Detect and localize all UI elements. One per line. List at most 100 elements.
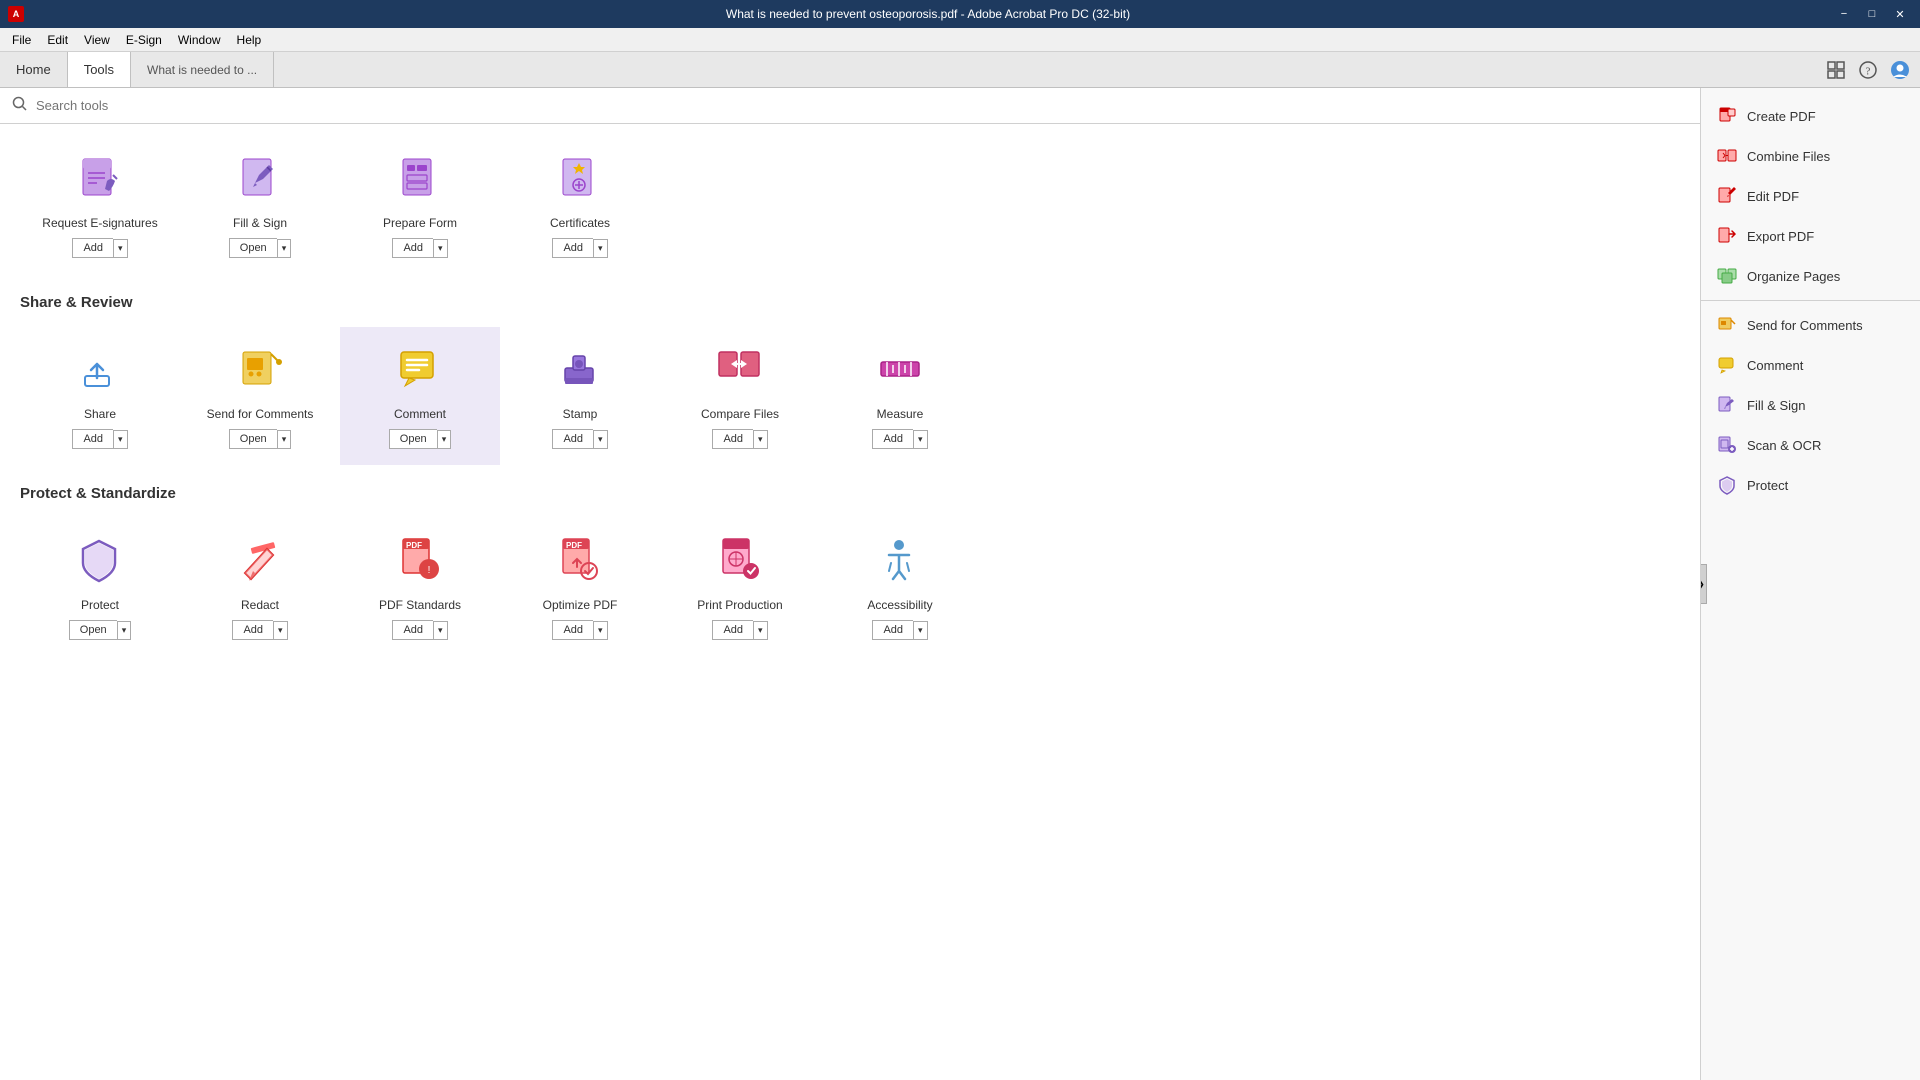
sidebar-item-comment[interactable]: Comment: [1701, 345, 1920, 385]
tool-name: Accessibility: [867, 598, 932, 612]
tool-add-button[interactable]: Add: [72, 238, 113, 258]
tool-add-button[interactable]: Add: [392, 238, 433, 258]
protect-standardize-title: Protect & Standardize: [20, 485, 1680, 502]
tool-btn-group: Add ▾: [72, 238, 127, 258]
tool-redact[interactable]: Redact Add ▾: [180, 518, 340, 656]
measure-icon: [870, 339, 930, 399]
tool-add-arrow[interactable]: ▾: [113, 239, 128, 258]
prepare-form-icon: [390, 148, 450, 208]
tool-comment[interactable]: Comment Open ▾: [340, 327, 500, 465]
sidebar-item-export-pdf[interactable]: Export PDF: [1701, 216, 1920, 256]
tool-name: Print Production: [697, 598, 782, 612]
tool-open-arrow[interactable]: ▾: [277, 239, 292, 258]
tool-open-arrow[interactable]: ▾: [437, 430, 452, 449]
tool-open-arrow[interactable]: ▾: [277, 430, 292, 449]
search-input[interactable]: [36, 98, 1688, 113]
sidebar-item-send-for-comments[interactable]: Send for Comments: [1701, 305, 1920, 345]
tool-optimize-pdf[interactable]: PDF Optimize PDF Add ▾: [500, 518, 660, 656]
minimize-button[interactable]: −: [1832, 4, 1856, 24]
fill-sign-icon: [230, 148, 290, 208]
menu-esign[interactable]: E-Sign: [118, 31, 170, 49]
tool-open-button[interactable]: Open: [229, 238, 277, 258]
menu-edit[interactable]: Edit: [39, 31, 76, 49]
help-icon[interactable]: ?: [1856, 58, 1880, 82]
sidebar-item-organize-pages[interactable]: Organize Pages: [1701, 256, 1920, 296]
tool-add-button[interactable]: Add: [232, 620, 273, 640]
tool-add-arrow[interactable]: ▾: [753, 621, 768, 640]
tool-add-arrow[interactable]: ▾: [913, 621, 928, 640]
tool-measure[interactable]: Measure Add ▾: [820, 327, 980, 465]
tool-add-arrow[interactable]: ▾: [113, 430, 128, 449]
tool-prepare-form[interactable]: Prepare Form Add ▾: [340, 136, 500, 274]
menu-file[interactable]: File: [4, 31, 39, 49]
tool-add-arrow[interactable]: ▾: [433, 621, 448, 640]
tool-pdf-standards[interactable]: PDF ! PDF Standards Add ▾: [340, 518, 500, 656]
tool-add-button[interactable]: Add: [712, 429, 753, 449]
tool-send-for-comments[interactable]: Send for Comments Open ▾: [180, 327, 340, 465]
comment-icon: [1717, 355, 1737, 375]
tab-home[interactable]: Home: [0, 52, 68, 87]
content-area[interactable]: Request E-signatures Add ▾: [0, 88, 1700, 1080]
tool-btn-group: Open ▾: [389, 429, 451, 449]
tool-add-button[interactable]: Add: [552, 238, 593, 258]
tool-fill-sign[interactable]: Fill & Sign Open ▾: [180, 136, 340, 274]
menu-window[interactable]: Window: [170, 31, 229, 49]
tool-open-arrow[interactable]: ▾: [117, 621, 132, 640]
tool-add-arrow[interactable]: ▾: [913, 430, 928, 449]
tool-add-arrow[interactable]: ▾: [273, 621, 288, 640]
search-bar: [0, 88, 1700, 124]
tool-name: Fill & Sign: [233, 216, 287, 230]
tool-btn-group: Add ▾: [712, 429, 767, 449]
sidebar-item-create-pdf[interactable]: Create PDF: [1701, 96, 1920, 136]
tool-request-esignatures[interactable]: Request E-signatures Add ▾: [20, 136, 180, 274]
account-icon[interactable]: [1888, 58, 1912, 82]
sidebar-collapse-button[interactable]: ❯: [1700, 564, 1707, 604]
sidebar-item-protect[interactable]: Protect: [1701, 465, 1920, 505]
tool-add-button[interactable]: Add: [712, 620, 753, 640]
menu-help[interactable]: Help: [229, 31, 270, 49]
tool-protect[interactable]: Protect Open ▾: [20, 518, 180, 656]
create-pdf-icon: [1717, 106, 1737, 126]
sidebar-item-combine-files[interactable]: Combine Files: [1701, 136, 1920, 176]
export-pdf-icon: [1717, 226, 1737, 246]
tool-add-arrow[interactable]: ▾: [753, 430, 768, 449]
fill-sign-icon: [1717, 395, 1737, 415]
tool-open-button[interactable]: Open: [389, 429, 437, 449]
close-button[interactable]: ✕: [1888, 4, 1912, 24]
sidebar-item-label: Send for Comments: [1747, 318, 1863, 333]
tool-btn-group: Open ▾: [229, 429, 291, 449]
sidebar-item-label: Comment: [1747, 358, 1803, 373]
tool-add-arrow[interactable]: ▾: [593, 430, 608, 449]
tool-add-button[interactable]: Add: [872, 620, 913, 640]
menu-view[interactable]: View: [76, 31, 118, 49]
tool-add-button[interactable]: Add: [392, 620, 433, 640]
tool-certificates[interactable]: Certificates Add ▾: [500, 136, 660, 274]
maximize-button[interactable]: □: [1860, 4, 1884, 24]
tool-accessibility[interactable]: Accessibility Add ▾: [820, 518, 980, 656]
tool-add-arrow[interactable]: ▾: [433, 239, 448, 258]
tool-share[interactable]: Share Add ▾: [20, 327, 180, 465]
send-comments-icon: [1717, 315, 1737, 335]
tab-tools[interactable]: Tools: [68, 52, 131, 87]
tool-add-arrow[interactable]: ▾: [593, 621, 608, 640]
tool-stamp[interactable]: Stamp Add ▾: [500, 327, 660, 465]
tool-print-production[interactable]: Print Production Add ▾: [660, 518, 820, 656]
tool-compare-files[interactable]: Compare Files Add ▾: [660, 327, 820, 465]
view-icon[interactable]: [1824, 58, 1848, 82]
sidebar-item-edit-pdf[interactable]: Edit PDF: [1701, 176, 1920, 216]
sidebar-item-label: Fill & Sign: [1747, 398, 1806, 413]
compare-files-icon: [710, 339, 770, 399]
tool-open-button[interactable]: Open: [69, 620, 117, 640]
tool-add-button[interactable]: Add: [72, 429, 113, 449]
tab-file[interactable]: What is needed to ...: [131, 52, 274, 87]
tool-open-button[interactable]: Open: [229, 429, 277, 449]
tool-add-button[interactable]: Add: [552, 620, 593, 640]
tool-name: Comment: [394, 407, 446, 421]
sidebar-item-scan-ocr[interactable]: Scan & OCR: [1701, 425, 1920, 465]
tool-add-arrow[interactable]: ▾: [593, 239, 608, 258]
tool-name: Share: [84, 407, 116, 421]
tool-name: Stamp: [563, 407, 598, 421]
sidebar-item-fill-sign[interactable]: Fill & Sign: [1701, 385, 1920, 425]
tool-add-button[interactable]: Add: [552, 429, 593, 449]
tool-add-button[interactable]: Add: [872, 429, 913, 449]
